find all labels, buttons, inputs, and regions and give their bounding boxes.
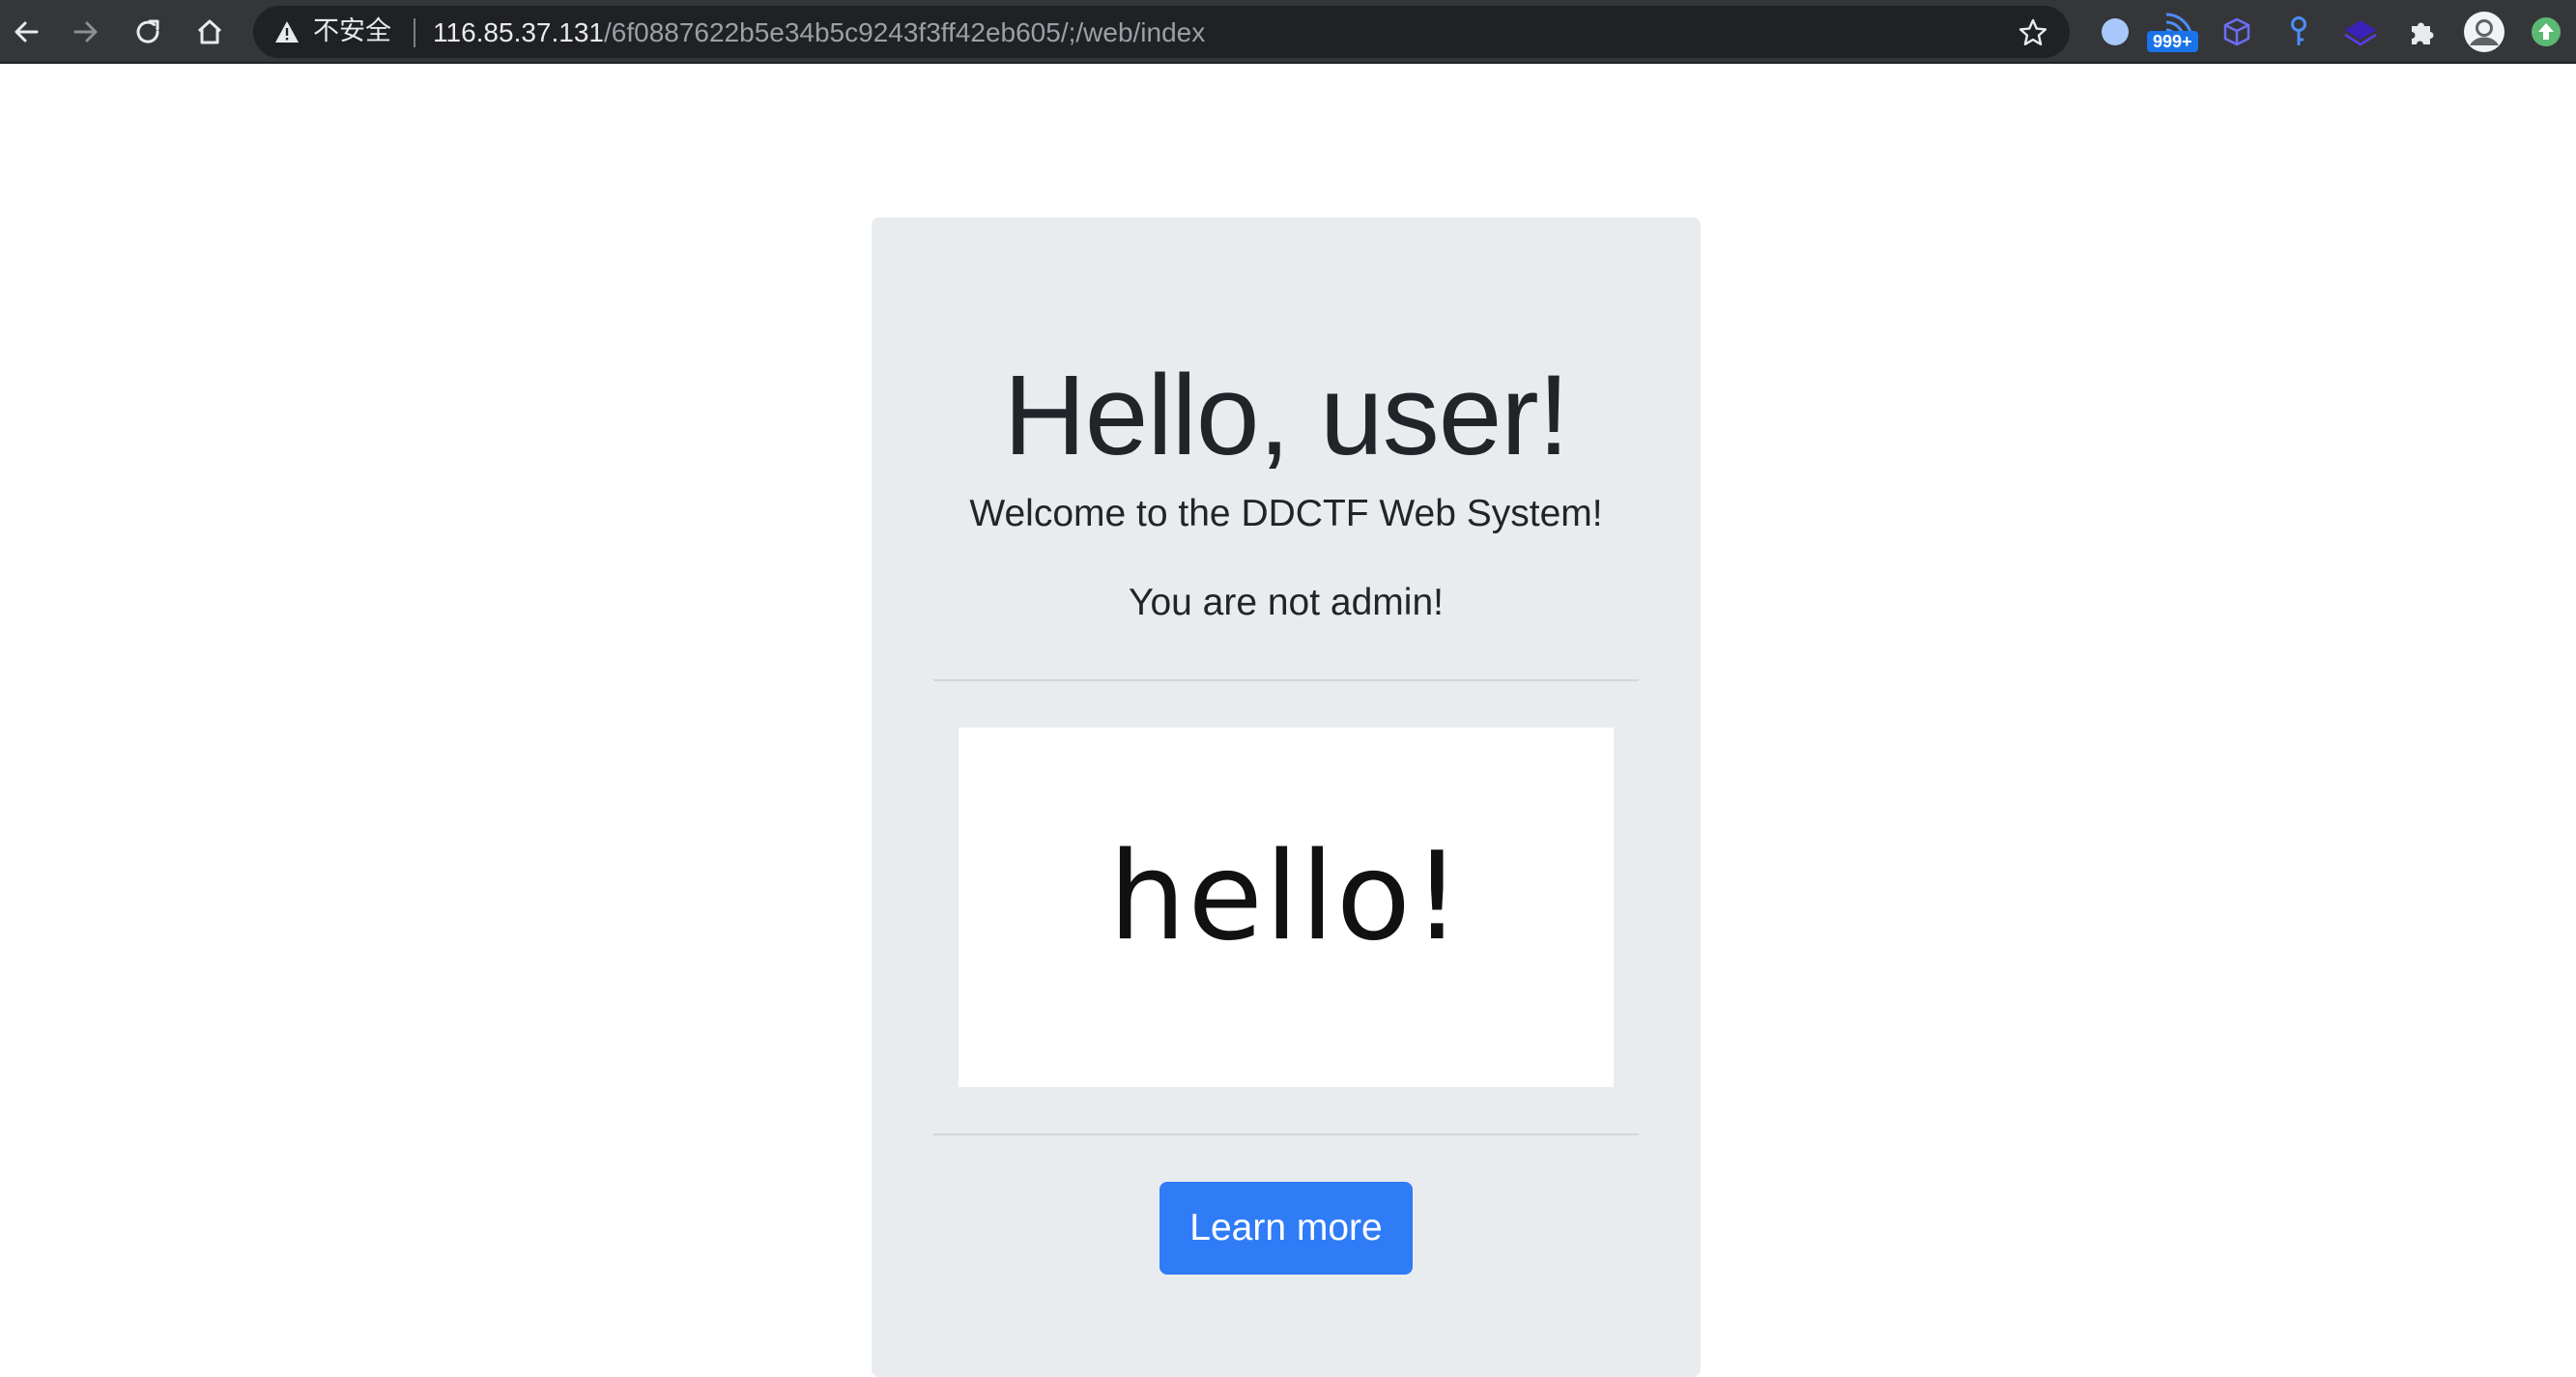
welcome-text: Welcome to the DDCTF Web System! [969,493,1603,534]
circle-extension-icon[interactable] [2093,10,2137,54]
hello-image: hello! [959,728,1614,1087]
arrow-left-icon [14,21,39,43]
divider [933,679,1639,681]
address-bar[interactable]: 不安全 116.85.37.131/6f0887622b5e34b5c9243f… [253,6,2070,58]
url-text[interactable]: 116.85.37.131/6f0887622b5e34b5c9243f3ff4… [433,16,1205,49]
arrow-right-icon [73,21,98,43]
home-button[interactable] [186,8,234,56]
reload-icon [136,19,159,43]
back-button[interactable] [2,8,50,56]
omnibox-divider [414,18,415,47]
star-icon[interactable] [2018,17,2048,48]
layers-extension-icon[interactable] [2338,10,2383,54]
reload-button[interactable] [124,8,172,56]
hello-image-text: hello! [1108,825,1464,967]
browser-toolbar: 不安全 116.85.37.131/6f0887622b5e34b5c9243f… [0,0,2576,64]
warning-triangle-icon[interactable] [274,20,300,43]
learn-more-button[interactable]: Learn more [1159,1182,1413,1275]
jumbotron: Hello, user! Welcome to the DDCTF Web Sy… [872,217,1701,1377]
divider [933,1133,1639,1135]
avatar[interactable] [2462,10,2506,54]
update-icon[interactable] [2524,10,2568,54]
extension-badge: 999+ [2147,31,2198,52]
page-title: Hello, user! [1003,352,1570,479]
forward-button[interactable] [62,8,110,56]
admin-status-text: You are not admin! [1129,582,1444,623]
security-label[interactable]: 不安全 [313,15,391,48]
key-extension-icon[interactable] [2276,10,2321,54]
url-path: /6f0887622b5e34b5c9243f3ff42eb605/;/web/… [603,17,1206,47]
puzzle-icon[interactable] [2400,10,2445,54]
url-host: 116.85.37.131 [433,17,604,47]
cube-extension-icon[interactable] [2215,10,2259,54]
home-icon [197,19,222,44]
